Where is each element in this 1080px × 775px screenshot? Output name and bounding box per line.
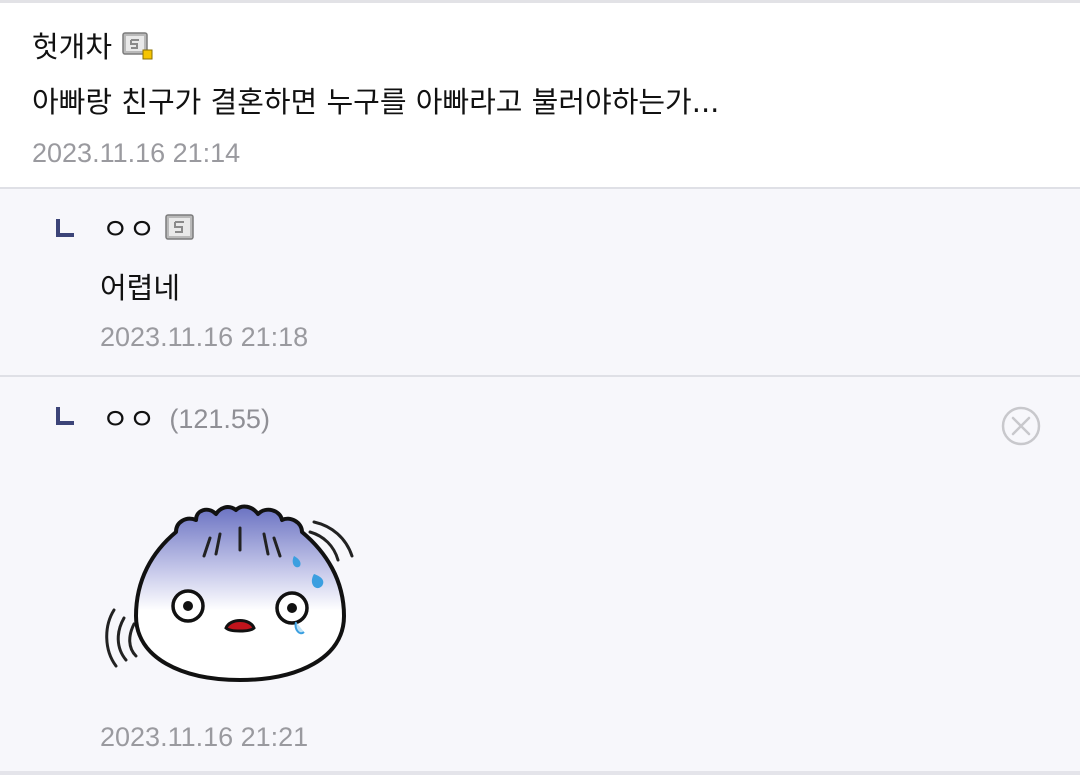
reply-item: ㅇㅇ 어렵네 2023.11.16 21:18 xyxy=(0,189,1080,375)
bottom-divider xyxy=(0,771,1080,775)
comment-nickname[interactable]: 헛개차 xyxy=(32,29,112,65)
reply-author-row: ㅇㅇ xyxy=(102,211,197,247)
fixed-nick-badge-icon xyxy=(122,32,154,62)
reply-nickname[interactable]: ㅇㅇ xyxy=(102,211,155,247)
dumpling-sweating-sticker xyxy=(100,498,358,688)
close-circle-icon[interactable] xyxy=(1001,406,1041,446)
comment-text: 아빠랑 친구가 결혼하면 누구를 아빠라고 불러야하는가... xyxy=(32,85,720,119)
comment-item: 헛개차 아빠랑 친구가 결혼하면 누구를 아빠라고 불러야하는가... 2023… xyxy=(0,3,1080,188)
comment-date: 2023.11.16 21:14 xyxy=(32,138,241,168)
reply-arrow-icon xyxy=(56,219,76,239)
semi-fixed-nick-badge-icon xyxy=(165,214,197,244)
reply-author-row: ㅇㅇ (121.55) xyxy=(102,401,270,437)
reply-nickname[interactable]: ㅇㅇ xyxy=(102,401,155,437)
reply-date: 2023.11.16 21:21 xyxy=(100,722,309,752)
reply-text: 어렵네 xyxy=(100,271,181,305)
reply-arrow-icon xyxy=(56,407,76,427)
reply-ip: (121.55) xyxy=(169,403,270,434)
reply-date: 2023.11.16 21:18 xyxy=(100,322,309,352)
comment-author-row: 헛개차 xyxy=(32,29,154,65)
